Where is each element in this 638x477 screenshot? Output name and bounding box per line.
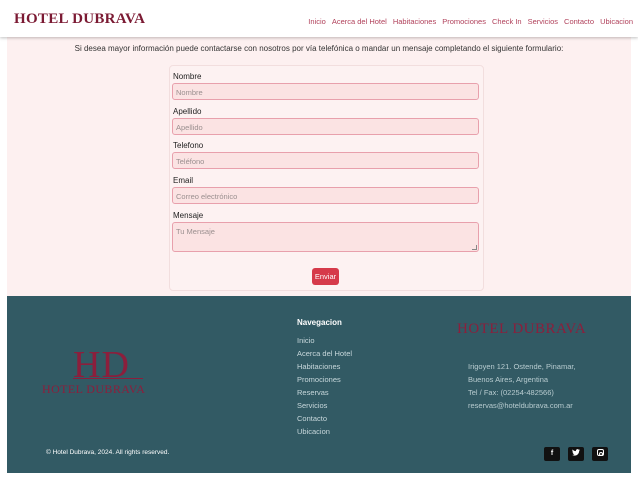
footer-link-servicios[interactable]: Servicios <box>297 399 352 412</box>
footer: HD HOTEL DUBRAVA Navegacion Inicio Acerc… <box>7 296 631 473</box>
footer-navigation: Navegacion Inicio Acerca del Hotel Habit… <box>297 318 352 438</box>
apellido-input[interactable]: Apellido <box>172 118 479 135</box>
footer-link-acerca[interactable]: Acerca del Hotel <box>297 347 352 360</box>
nav-link-ubicacion[interactable]: Ubicacion <box>597 17 636 26</box>
footer-link-ubicacion[interactable]: Ubicacion <box>297 425 352 438</box>
copyright: © Hotel Dubrava, 2024. All rights reserv… <box>46 449 170 456</box>
footer-logo-text: HOTEL DUBRAVA <box>42 382 146 396</box>
submit-button[interactable]: Enviar <box>312 268 339 285</box>
intro-text: Si desea mayor información puede contact… <box>74 44 564 53</box>
contact-phone: Tel / Fax: (02254-482566) <box>468 388 554 397</box>
footer-link-promociones[interactable]: Promociones <box>297 373 352 386</box>
facebook-icon[interactable]: f <box>544 447 560 461</box>
mensaje-textarea[interactable]: Tu Mensaje <box>172 222 479 252</box>
nav-links: Inicio Acerca del Hotel Habitaciones Pro… <box>305 17 636 26</box>
contact-city: Buenos Aires, Argentina <box>468 375 549 384</box>
resize-handle-icon[interactable] <box>472 245 477 250</box>
instagram-glyph <box>596 449 604 456</box>
label-mensaje: Mensaje <box>173 211 204 220</box>
footer-link-reservas[interactable]: Reservas <box>297 386 352 399</box>
contact-form: Nombre Nombre Apellido Apellido Telefono… <box>169 65 484 291</box>
label-apellido: Apellido <box>173 107 202 116</box>
nav-link-habitaciones[interactable]: Habitaciones <box>390 17 439 26</box>
footer-link-inicio[interactable]: Inicio <box>297 334 352 347</box>
email-input[interactable]: Correo electrónico <box>172 187 479 204</box>
twitter-icon[interactable] <box>568 447 584 461</box>
footer-link-contacto[interactable]: Contacto <box>297 412 352 425</box>
mensaje-placeholder: Tu Mensaje <box>176 227 215 236</box>
footer-link-habitaciones[interactable]: Habitaciones <box>297 360 352 373</box>
nav-link-checkin[interactable]: Check In <box>489 17 525 26</box>
label-telefono: Telefono <box>173 141 204 150</box>
telefono-input[interactable]: Teléfono <box>172 152 479 169</box>
navbar: HOTEL DUBRAVA Inicio Acerca del Hotel Ha… <box>0 0 638 37</box>
contact-email[interactable]: reservas@hoteldubrava.com.ar <box>468 399 576 412</box>
footer-nav-title: Navegacion <box>297 318 342 327</box>
label-email: Email <box>173 176 194 185</box>
nav-link-servicios[interactable]: Servicios <box>525 17 561 26</box>
footer-contact: Irigoyen 121. Ostende, Pinamar, Buenos A… <box>468 360 576 412</box>
contact-section: Si desea mayor información puede contact… <box>7 37 631 296</box>
nav-link-contacto[interactable]: Contacto <box>561 17 597 26</box>
brand-logo[interactable]: HOTEL DUBRAVA <box>14 11 145 28</box>
instagram-icon[interactable] <box>592 447 608 461</box>
contact-address: Irigoyen 121. Ostende, Pinamar, <box>468 362 576 371</box>
nav-link-acerca[interactable]: Acerca del Hotel <box>329 17 390 26</box>
label-nombre: Nombre <box>173 72 202 81</box>
nav-link-promociones[interactable]: Promociones <box>439 17 489 26</box>
nombre-input[interactable]: Nombre <box>172 83 479 100</box>
footer-logo-divider <box>73 378 143 379</box>
footer-logo-mark: HD <box>73 344 130 386</box>
footer-brand: HOTEL DUBRAVA <box>457 321 587 337</box>
nav-link-inicio[interactable]: Inicio <box>305 17 329 26</box>
